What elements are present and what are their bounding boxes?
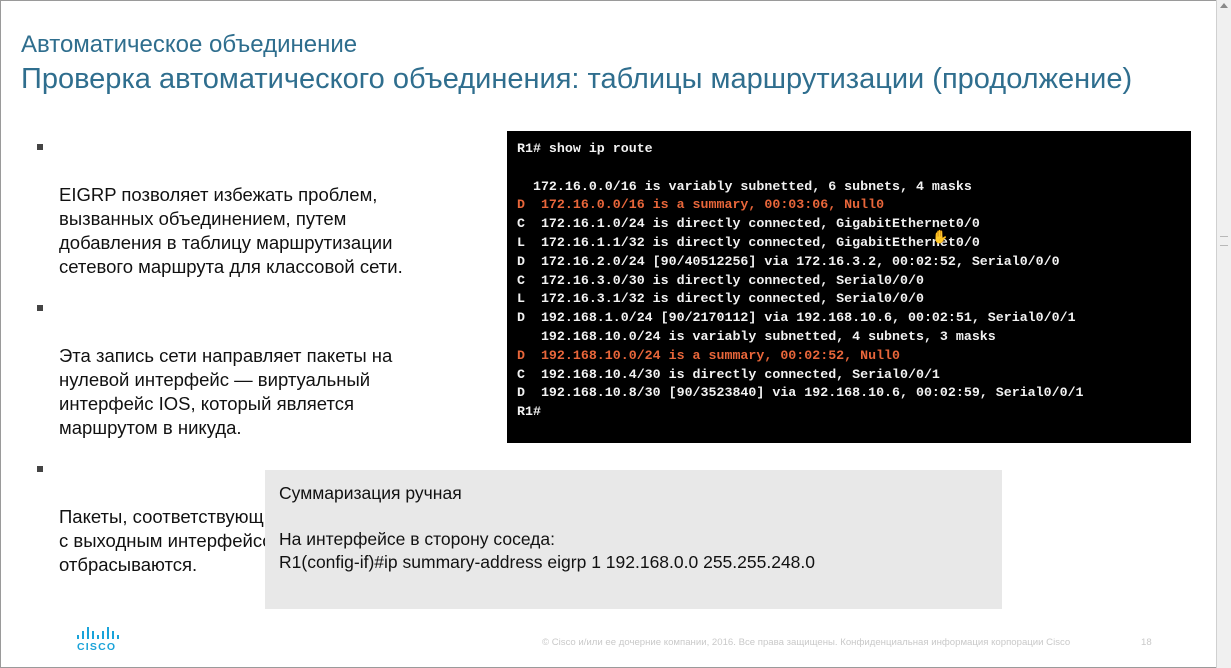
terminal-line: C 172.16.3.0/30 is directly connected, S… bbox=[517, 272, 924, 288]
copyright-footer: © Cisco и/или ее дочерние компании, 2016… bbox=[542, 637, 1071, 648]
terminal-lines: R1# show ip route 172.16.0.0/16 is varia… bbox=[517, 140, 1191, 422]
logo-bar bbox=[82, 631, 85, 639]
bullet-item: EIGRP позволяет избежать проблем, вызван… bbox=[37, 135, 457, 279]
note-heading: Суммаризация ручная bbox=[279, 483, 462, 503]
cisco-logo-bars bbox=[71, 627, 121, 639]
slide-subtitle: Автоматическое объединение bbox=[21, 31, 358, 58]
terminal-line: 192.168.10.0/24 is variably subnetted, 4… bbox=[517, 328, 996, 344]
slide-frame: Автоматическое объединение Проверка авто… bbox=[0, 0, 1217, 668]
terminal-line: R1# show ip route bbox=[517, 141, 653, 156]
bullet-text: Эта запись сети направляет пакеты на нул… bbox=[59, 345, 393, 438]
terminal-line: D 172.16.2.0/24 [90/40512256] via 172.16… bbox=[517, 253, 1060, 269]
logo-bar bbox=[107, 627, 110, 639]
terminal-line: R1# bbox=[517, 404, 541, 420]
note-spacer bbox=[279, 505, 988, 528]
logo-bar bbox=[87, 627, 90, 639]
slide-title: Проверка автоматического объединения: та… bbox=[21, 63, 1133, 95]
logo-bar bbox=[77, 635, 80, 639]
note-command: R1(config-if)#ip summary-address eigrp 1… bbox=[279, 552, 816, 572]
scroll-up-arrow-icon[interactable] bbox=[1220, 3, 1228, 8]
logo-bar bbox=[92, 631, 95, 639]
page-number: 18 bbox=[1141, 637, 1152, 648]
terminal-output: R1# show ip route 172.16.0.0/16 is varia… bbox=[507, 131, 1191, 443]
logo-bar bbox=[97, 635, 100, 639]
scroll-thumb[interactable] bbox=[1220, 236, 1228, 246]
note-box: Суммаризация ручная На интерфейсе в стор… bbox=[265, 470, 1002, 609]
terminal-line: C 192.168.10.4/30 is directly connected,… bbox=[517, 366, 940, 382]
hand-cursor-icon: ✋ bbox=[932, 230, 949, 245]
logo-text: CISCO bbox=[77, 641, 117, 653]
logo-bar bbox=[117, 635, 120, 639]
bullet-item: Эта запись сети направляет пакеты на нул… bbox=[37, 296, 457, 440]
terminal-line: L 172.16.1.1/32 is directly connected, G… bbox=[517, 234, 980, 250]
note-text: На интерфейсе в сторону соседа: bbox=[279, 529, 555, 549]
terminal-line: D 192.168.10.8/30 [90/3523840] via 192.1… bbox=[517, 385, 1084, 401]
terminal-line: 172.16.0.0/16 is variably subnetted, 6 s… bbox=[517, 178, 972, 194]
bullet-text: EIGRP позволяет избежать проблем, вызван… bbox=[59, 184, 403, 277]
vertical-scrollbar[interactable] bbox=[1216, 0, 1231, 668]
terminal-line-summary: D 172.16.0.0/16 is a summary, 00:03:06, … bbox=[517, 197, 885, 213]
terminal-line: D 192.168.1.0/24 [90/2170112] via 192.16… bbox=[517, 310, 1076, 326]
bullet-square-icon bbox=[37, 305, 43, 311]
bullet-square-icon bbox=[37, 144, 43, 150]
bullet-square-icon bbox=[37, 466, 43, 472]
cisco-logo-icon: CISCO bbox=[71, 627, 127, 655]
terminal-line-summary: D 192.168.10.0/24 is a summary, 00:02:52… bbox=[517, 347, 901, 363]
terminal-line: L 172.16.3.1/32 is directly connected, S… bbox=[517, 291, 924, 307]
logo-bar bbox=[112, 631, 115, 639]
terminal-line: C 172.16.1.0/24 is directly connected, G… bbox=[517, 216, 980, 232]
logo-bar bbox=[102, 631, 105, 639]
